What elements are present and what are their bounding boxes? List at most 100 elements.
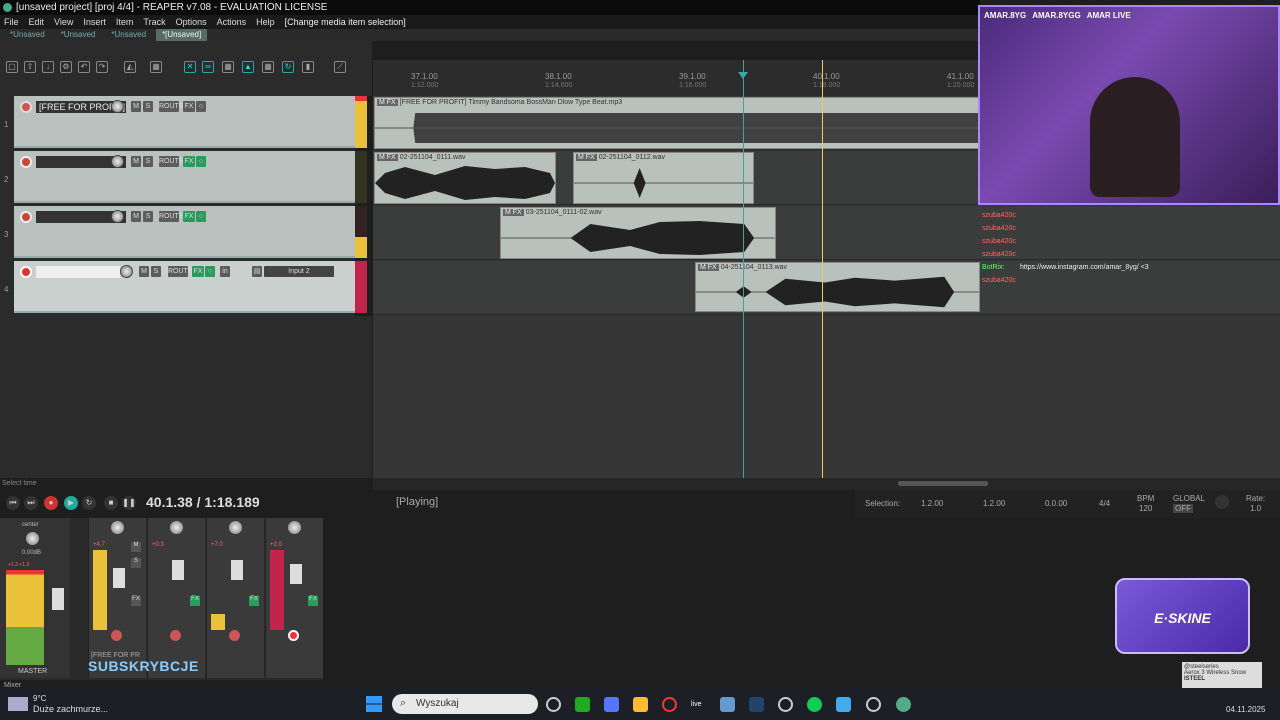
- xbox-icon[interactable]: [575, 697, 590, 712]
- ccleaner-icon[interactable]: [778, 697, 793, 712]
- fader[interactable]: [290, 564, 302, 584]
- menu-view[interactable]: View: [54, 15, 73, 29]
- mute-button[interactable]: M: [131, 542, 141, 552]
- weather-icon[interactable]: [8, 697, 28, 711]
- global-toggle[interactable]: OFF: [1173, 504, 1193, 513]
- tcp-empty-area[interactable]: [0, 316, 372, 478]
- item-mfx-icon[interactable]: M FX: [377, 154, 398, 161]
- file-explorer-icon[interactable]: [633, 697, 648, 712]
- fx-bypass-button[interactable]: ○: [196, 101, 206, 112]
- chrome-icon[interactable]: [546, 697, 561, 712]
- menu-options[interactable]: Options: [176, 15, 207, 29]
- master-pan-knob[interactable]: [26, 532, 39, 545]
- item-mfx-icon[interactable]: M FX: [377, 99, 398, 106]
- undo-icon[interactable]: ↶: [78, 61, 90, 73]
- media-item[interactable]: M FX 03-251104_0111-02.wav: [500, 207, 776, 259]
- solo-button[interactable]: S: [143, 211, 153, 222]
- route-button[interactable]: ROUTE: [159, 211, 184, 222]
- master-fader[interactable]: [52, 588, 64, 610]
- mute-button[interactable]: M: [131, 101, 141, 112]
- project-tab-4[interactable]: *[Unsaved]: [156, 29, 208, 41]
- media-item[interactable]: M FX 02-251104_0112.wav: [573, 152, 754, 204]
- save-project-icon[interactable]: ↓: [42, 61, 54, 73]
- lock-icon[interactable]: ▮: [302, 61, 314, 73]
- auto-crossfade-icon[interactable]: ▲: [242, 61, 254, 73]
- route-button[interactable]: ROUTE: [159, 156, 184, 167]
- solo-button[interactable]: S: [143, 156, 153, 167]
- obs-icon[interactable]: [866, 697, 881, 712]
- solo-button[interactable]: S: [131, 558, 141, 568]
- spotify-icon[interactable]: [807, 697, 822, 712]
- playhead-marker-icon[interactable]: [738, 72, 748, 79]
- fx-button[interactable]: FX: [183, 156, 195, 167]
- fx-button[interactable]: FX: [190, 596, 200, 606]
- selection-start[interactable]: 1.2.00: [921, 499, 943, 508]
- mute-button[interactable]: M: [131, 156, 141, 167]
- new-project-icon[interactable]: ▢: [6, 61, 18, 73]
- pause-button[interactable]: ❚❚: [122, 496, 136, 510]
- pan-knob[interactable]: [111, 521, 124, 534]
- skip-end-icon[interactable]: ⏭: [24, 496, 38, 510]
- fader[interactable]: [231, 560, 243, 580]
- windows-start-icon[interactable]: [366, 696, 382, 712]
- steam-icon[interactable]: [749, 697, 764, 712]
- track-2-header[interactable]: M S ROUTE FX ○: [14, 151, 355, 203]
- app-icon[interactable]: [720, 697, 735, 712]
- rate-value[interactable]: 1.0: [1250, 504, 1261, 513]
- input-monitor-button[interactable]: in: [220, 266, 230, 277]
- grid-icon[interactable]: ▦: [222, 61, 234, 73]
- play-button[interactable]: ▶: [64, 496, 78, 510]
- horizontal-scrollbar[interactable]: [373, 478, 1280, 490]
- menu-item[interactable]: Item: [116, 15, 134, 29]
- record-button[interactable]: ●: [44, 496, 58, 510]
- track-3-header[interactable]: M S ROUTE FX ○: [14, 206, 355, 258]
- menu-actions[interactable]: Actions: [217, 15, 247, 29]
- track-4-header[interactable]: M S ROUTE FX ○ in ▤ Input 2: [14, 261, 355, 313]
- fx-button[interactable]: FX: [192, 266, 204, 277]
- record-arm-button[interactable]: [20, 211, 32, 223]
- solo-button[interactable]: S: [143, 101, 153, 112]
- snap-icon[interactable]: ✕: [184, 61, 196, 73]
- menu-file[interactable]: File: [4, 15, 19, 29]
- volume-knob[interactable]: [111, 100, 124, 113]
- playrate-knob[interactable]: [1215, 495, 1229, 509]
- live-icon[interactable]: live: [691, 697, 706, 712]
- project-tab-1[interactable]: *Unsaved: [4, 29, 51, 41]
- envelope-icon[interactable]: ▦: [262, 61, 274, 73]
- fx-button[interactable]: FX: [249, 596, 259, 606]
- redo-icon[interactable]: ↷: [96, 61, 108, 73]
- item-mfx-icon[interactable]: M FX: [698, 264, 719, 271]
- reaper-taskbar-icon[interactable]: [896, 697, 911, 712]
- stop-button[interactable]: ■: [104, 496, 118, 510]
- open-project-icon[interactable]: ⇧: [24, 61, 36, 73]
- record-arm-button[interactable]: [170, 630, 181, 641]
- volume-knob[interactable]: [111, 155, 124, 168]
- fx-bypass-button[interactable]: ○: [196, 211, 206, 222]
- project-settings-icon[interactable]: ⚙: [60, 61, 72, 73]
- pan-knob[interactable]: [170, 521, 183, 534]
- menu-help[interactable]: Help: [256, 15, 275, 29]
- track-name[interactable]: [36, 266, 120, 278]
- time-signature[interactable]: 4/4: [1099, 499, 1110, 508]
- ripple-edit-icon[interactable]: ∞: [202, 61, 214, 73]
- fx-button[interactable]: FX: [183, 101, 195, 112]
- record-arm-button[interactable]: [20, 266, 32, 278]
- scroll-thumb[interactable]: [898, 481, 988, 486]
- item-mfx-icon[interactable]: M FX: [503, 209, 524, 216]
- media-item[interactable]: M FX 02-251104_0111.wav: [374, 152, 556, 204]
- selection-length[interactable]: 0.0.00: [1045, 499, 1067, 508]
- record-arm-button[interactable]: [20, 101, 32, 113]
- time-display[interactable]: 40.1.38 / 1:18.189: [146, 494, 260, 510]
- taskbar-search[interactable]: Wyszukaj: [392, 694, 538, 714]
- fx-bypass-button[interactable]: ○: [196, 156, 206, 167]
- project-tab-2[interactable]: *Unsaved: [55, 29, 102, 41]
- edit-cursor[interactable]: [822, 60, 823, 478]
- record-arm-button[interactable]: [111, 630, 122, 641]
- menu-insert[interactable]: Insert: [83, 15, 106, 29]
- route-button[interactable]: ROUTE: [159, 101, 184, 112]
- input-icon[interactable]: ▤: [252, 266, 262, 277]
- volume-knob[interactable]: [120, 265, 133, 278]
- record-arm-button[interactable]: [20, 156, 32, 168]
- loop-icon[interactable]: ↻: [282, 61, 294, 73]
- solo-button[interactable]: S: [151, 266, 161, 277]
